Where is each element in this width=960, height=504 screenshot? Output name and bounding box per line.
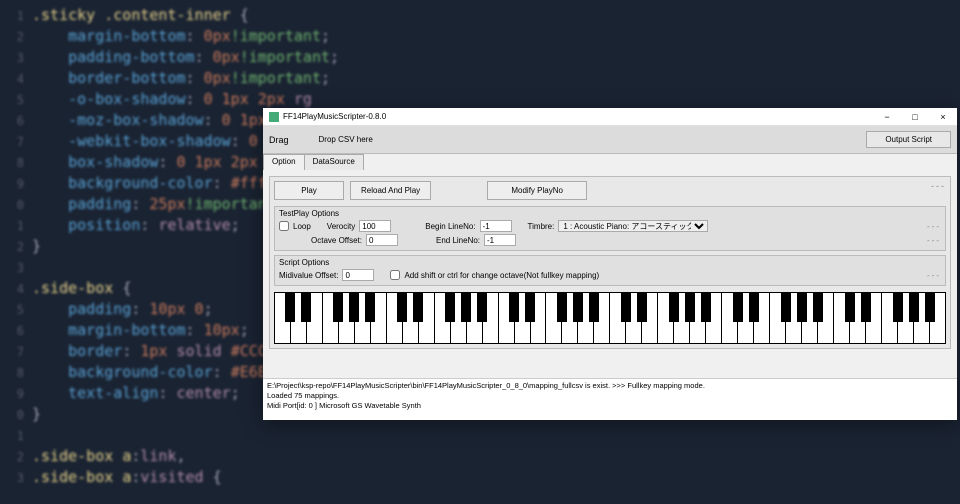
white-key[interactable] (866, 292, 882, 344)
output-script-button[interactable]: Output Script (866, 131, 951, 148)
begin-lineno-label: Begin LineNo: (425, 222, 475, 231)
script-title: Script Options (279, 258, 941, 267)
white-key[interactable] (786, 292, 802, 344)
white-key[interactable] (882, 292, 898, 344)
loop-label: Loop (293, 222, 311, 231)
titlebar[interactable]: FF14PlayMusicScripter-0.8.0 − □ × (263, 108, 957, 126)
white-key[interactable] (658, 292, 674, 344)
white-key[interactable] (754, 292, 770, 344)
white-key[interactable] (274, 292, 291, 344)
white-key[interactable] (435, 292, 451, 344)
tab-option[interactable]: Option (263, 154, 305, 170)
dash-icon: --- (927, 236, 941, 245)
main-panel: Play Reload And Play Modify PlayNo --- T… (269, 176, 951, 349)
timbre-label: Timbre: (528, 222, 555, 231)
white-key[interactable] (594, 292, 610, 344)
toolbar: Drag Drop CSV here Output Script (263, 126, 957, 154)
white-key[interactable] (834, 292, 850, 344)
dash-icon: --- (927, 271, 941, 280)
maximize-button[interactable]: □ (901, 108, 929, 125)
log-line: E:\Project\ksp-repo\FF14PlayMusicScripte… (267, 381, 953, 391)
white-key[interactable] (355, 292, 371, 344)
midivalue-offset-label: Midivalue Offset: (279, 271, 338, 280)
velocity-label: Verocity (327, 222, 355, 231)
drop-hint[interactable]: Drop CSV here (319, 135, 373, 144)
white-key[interactable] (642, 292, 658, 344)
reload-play-button[interactable]: Reload And Play (350, 181, 431, 200)
white-key[interactable] (387, 292, 403, 344)
log-line: Loaded 75 mappings. (267, 391, 953, 401)
white-key[interactable] (626, 292, 642, 344)
white-key[interactable] (610, 292, 626, 344)
white-key[interactable] (818, 292, 834, 344)
white-key[interactable] (451, 292, 467, 344)
white-key[interactable] (706, 292, 722, 344)
dash-icon: --- (927, 222, 941, 231)
shift-ctrl-checkbox[interactable] (390, 270, 400, 280)
white-key[interactable] (722, 292, 738, 344)
tab-datasource[interactable]: DataSource (304, 154, 364, 170)
midivalue-offset-input[interactable] (342, 269, 374, 281)
log-output: E:\Project\ksp-repo\FF14PlayMusicScripte… (263, 378, 957, 420)
app-icon (269, 112, 279, 122)
tab-bar: Option DataSource (263, 154, 957, 170)
timbre-select[interactable]: 1 : Acoustic Piano: アコースティックピアノ (558, 220, 708, 232)
white-key[interactable] (690, 292, 706, 344)
white-key[interactable] (371, 292, 387, 344)
octave-offset-input[interactable] (366, 234, 398, 246)
white-key[interactable] (339, 292, 355, 344)
window-title: FF14PlayMusicScripter-0.8.0 (283, 112, 873, 121)
white-key[interactable] (515, 292, 531, 344)
white-key[interactable] (738, 292, 754, 344)
content-area: Play Reload And Play Modify PlayNo --- T… (263, 170, 957, 378)
white-key[interactable] (850, 292, 866, 344)
white-key[interactable] (578, 292, 594, 344)
shift-ctrl-label: Add shift or ctrl for change octave(Not … (404, 271, 599, 280)
white-key[interactable] (531, 292, 547, 344)
loop-checkbox[interactable] (279, 221, 289, 231)
dash-icon: --- (931, 181, 946, 200)
end-lineno-input[interactable] (484, 234, 516, 246)
white-key[interactable] (914, 292, 930, 344)
drag-label: Drag (269, 135, 289, 145)
end-lineno-label: End LineNo: (436, 236, 480, 245)
white-key[interactable] (307, 292, 323, 344)
white-key[interactable] (562, 292, 578, 344)
modify-playno-button[interactable]: Modify PlayNo (487, 181, 587, 200)
log-line: Midi Port[id: 0 ] Microsoft GS Wavetable… (267, 401, 953, 411)
white-key[interactable] (930, 292, 946, 344)
white-key[interactable] (499, 292, 515, 344)
testplay-section: TestPlay Options Loop Verocity Begin Lin… (274, 206, 946, 251)
script-section: Script Options Midivalue Offset: Add shi… (274, 255, 946, 286)
white-key[interactable] (419, 292, 435, 344)
white-key[interactable] (403, 292, 419, 344)
white-key[interactable] (323, 292, 339, 344)
app-window: FF14PlayMusicScripter-0.8.0 − □ × Drag D… (263, 108, 957, 420)
play-button[interactable]: Play (274, 181, 344, 200)
velocity-input[interactable] (359, 220, 391, 232)
white-key[interactable] (674, 292, 690, 344)
close-button[interactable]: × (929, 108, 957, 125)
testplay-title: TestPlay Options (279, 209, 941, 218)
begin-lineno-input[interactable] (480, 220, 512, 232)
octave-offset-label: Octave Offset: (311, 236, 362, 245)
white-key[interactable] (483, 292, 499, 344)
white-key[interactable] (546, 292, 562, 344)
white-key[interactable] (467, 292, 483, 344)
piano-keyboard[interactable] (274, 292, 946, 344)
white-key[interactable] (898, 292, 914, 344)
white-key[interactable] (802, 292, 818, 344)
white-key[interactable] (770, 292, 786, 344)
minimize-button[interactable]: − (873, 108, 901, 125)
white-key[interactable] (291, 292, 307, 344)
